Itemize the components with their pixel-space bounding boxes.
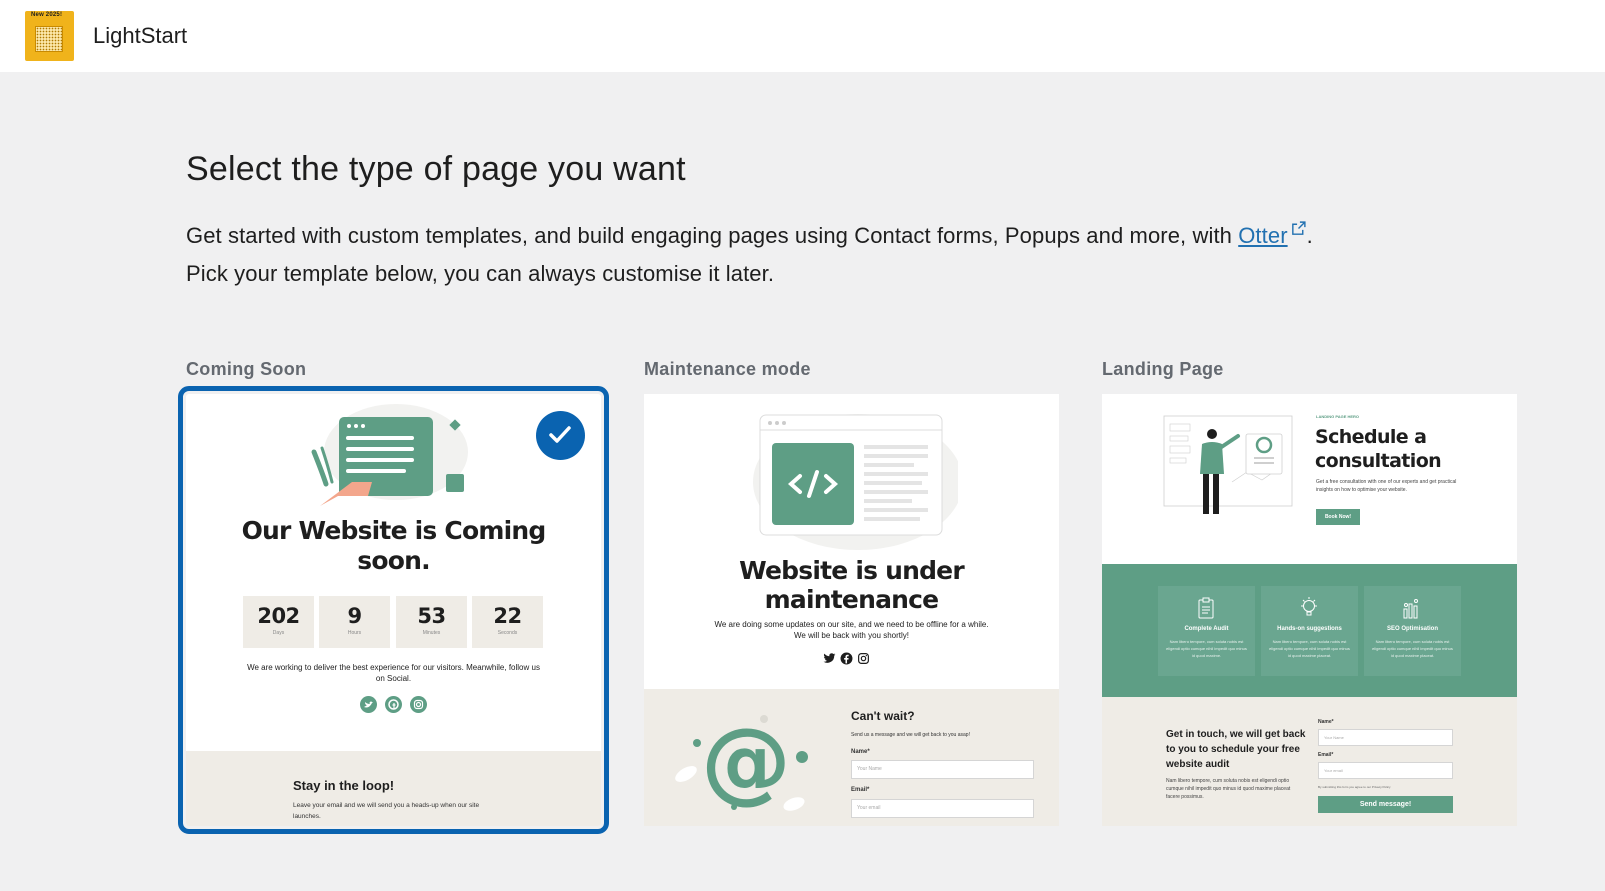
presenter-illustration-icon bbox=[1163, 415, 1293, 514]
countdown-hours: 9 Hours bbox=[319, 596, 390, 648]
email-label: Email* bbox=[1318, 752, 1334, 758]
facebook-icon bbox=[385, 696, 402, 713]
contact-title: Can't wait? bbox=[851, 709, 915, 723]
countdown-seconds: 22 Seconds bbox=[472, 596, 543, 648]
twitter-icon bbox=[823, 653, 836, 663]
footer-title: Stay in the loop! bbox=[293, 778, 395, 793]
preview-text: We are working to deliver the best exper… bbox=[247, 663, 540, 683]
website-illustration-icon bbox=[311, 404, 468, 506]
name-field[interactable]: Your Name bbox=[851, 760, 1034, 779]
name-field[interactable]: Your Name bbox=[1318, 729, 1453, 746]
contact-title: Get in touch, we will get back to you to… bbox=[1166, 729, 1306, 770]
feature-hands-on: Hands-on suggestions Nam libero tempore,… bbox=[1261, 586, 1358, 676]
email-label: Email* bbox=[851, 787, 870, 793]
code-window-illustration-icon bbox=[753, 414, 958, 550]
hero-eyebrow: LANDING PAGE HERO bbox=[1316, 414, 1360, 419]
feature-seo: SEO Optimisation Nam libero tempore, cum… bbox=[1364, 586, 1461, 676]
email-field[interactable]: Your email bbox=[851, 799, 1034, 818]
preview-footer: Stay in the loop! Leave your email and w… bbox=[186, 751, 601, 826]
description-text: Get started with custom templates, and b… bbox=[186, 223, 1239, 248]
countdown-minutes-value: 53 bbox=[417, 604, 446, 628]
contact-text: Send us a message and we will get back t… bbox=[851, 732, 970, 738]
template-label-maintenance: Maintenance mode bbox=[644, 359, 811, 379]
send-message-button[interactable]: Send message! bbox=[1318, 796, 1453, 813]
feature-text: Nam libero tempore, cum soluta nobis est… bbox=[1166, 639, 1247, 658]
description-line-2: Pick your template below, you can always… bbox=[186, 261, 775, 286]
contact-text: Nam libero tempore, cum soluta nobis est… bbox=[1166, 778, 1291, 800]
countdown-seconds-unit: Seconds bbox=[497, 630, 518, 636]
logo-badge: New 2025! bbox=[31, 12, 63, 18]
preview-title: Our Website is Coming soon. bbox=[241, 516, 547, 575]
countdown-seconds-value: 22 bbox=[493, 604, 522, 628]
name-label: Name* bbox=[1318, 719, 1334, 725]
template-card-landing-page[interactable]: LANDING PAGE HERO Schedule a consultatio… bbox=[1102, 394, 1517, 826]
footer-text: Leave your email and we will send you a … bbox=[293, 802, 480, 820]
countdown-days: 202 Days bbox=[243, 596, 314, 648]
selected-check-icon bbox=[536, 411, 585, 460]
preview-contact-section: Get in touch, we will get back to you to… bbox=[1102, 697, 1517, 826]
countdown-hours-value: 9 bbox=[347, 604, 362, 628]
bar-chart-icon bbox=[1403, 599, 1418, 619]
social-icons bbox=[360, 696, 427, 713]
countdown-hours-unit: Hours bbox=[347, 630, 362, 636]
facebook-icon bbox=[840, 652, 853, 665]
feature-title: Hands-on suggestions bbox=[1277, 626, 1342, 632]
email-field[interactable]: Your email bbox=[1318, 762, 1453, 779]
template-label-landing-page: Landing Page bbox=[1102, 359, 1224, 379]
external-link-icon[interactable] bbox=[1290, 220, 1307, 237]
preview-title: Website is under maintenance bbox=[739, 556, 965, 614]
feature-complete-audit: Complete Audit Nam libero tempore, cum s… bbox=[1158, 586, 1255, 676]
feature-title: SEO Optimisation bbox=[1386, 626, 1438, 632]
feature-title: Complete Audit bbox=[1184, 626, 1229, 632]
feature-text: Nam libero tempore, cum soluta nobis est… bbox=[1269, 639, 1350, 658]
instagram-icon bbox=[410, 696, 427, 713]
countdown-minutes: 53 Minutes bbox=[396, 596, 467, 648]
name-label: Name* bbox=[851, 749, 870, 755]
at-sign-illustration-icon: @ bbox=[675, 709, 808, 814]
hero-title: Schedule a consultation bbox=[1315, 426, 1442, 472]
page-description: Get started with custom templates, and b… bbox=[186, 217, 1446, 293]
top-bar: New 2025! LightStart bbox=[0, 0, 1605, 72]
template-card-maintenance[interactable]: Website is under maintenance We are doin… bbox=[644, 394, 1059, 826]
svg-text:@: @ bbox=[701, 709, 791, 814]
logo-screen-icon bbox=[35, 26, 63, 52]
feature-text: Nam libero tempore, cum soluta nobis est… bbox=[1372, 639, 1453, 658]
hero-text: Get a free consultation with one of our … bbox=[1316, 479, 1457, 493]
countdown-days-unit: Days bbox=[272, 630, 285, 636]
template-label-coming-soon: Coming Soon bbox=[186, 359, 307, 379]
clipboard-icon bbox=[1198, 597, 1214, 619]
description-end: . bbox=[1306, 223, 1313, 248]
page-title: Select the type of page you want bbox=[186, 150, 686, 188]
consent-text: By submitting this form you agree to our… bbox=[1318, 785, 1391, 789]
app-title: LightStart bbox=[93, 23, 188, 48]
template-card-coming-soon[interactable]: Our Website is Coming soon. 202 Days 9 H… bbox=[178, 386, 609, 834]
lightbulb-icon bbox=[1301, 597, 1317, 616]
social-icons bbox=[823, 652, 870, 665]
countdown-minutes-unit: Minutes bbox=[422, 630, 441, 636]
twitter-icon bbox=[360, 696, 377, 713]
countdown-days-value: 202 bbox=[257, 604, 300, 628]
book-now-button[interactable]: Book Now! bbox=[1316, 509, 1360, 525]
preview-text: We are doing some updates on our site, a… bbox=[714, 620, 989, 640]
preview-contact-section: @ Can't wait? Send us a message and we w… bbox=[644, 689, 1059, 826]
instagram-icon bbox=[858, 653, 869, 664]
otter-link[interactable]: Otter bbox=[1238, 223, 1287, 248]
lightstart-logo-icon: New 2025! bbox=[25, 11, 74, 61]
